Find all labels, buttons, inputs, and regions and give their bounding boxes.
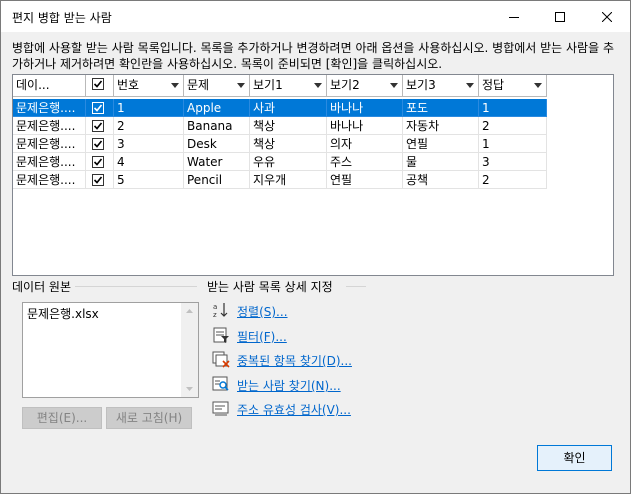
filter-link[interactable]: 필터(F)... (237, 328, 287, 345)
recipient-list-grid[interactable]: 데이... 번호 문제 보기1 보기2 보기3 정답 문제은행.... 1 Ap… (12, 74, 614, 276)
edit-button[interactable]: 편집(E)... (22, 407, 102, 429)
chevron-down-icon[interactable] (466, 83, 474, 88)
cell-question: Water (184, 153, 250, 171)
window-title: 편지 병합 받는 사람 (12, 11, 112, 25)
chevron-down-icon[interactable] (390, 83, 398, 88)
cell-answer: 3 (479, 153, 547, 171)
cell-no: 3 (114, 135, 184, 153)
find-recipient-icon (212, 376, 229, 391)
close-button[interactable] (584, 1, 630, 32)
cell-answer: 1 (479, 99, 547, 117)
cell-no: 5 (114, 171, 184, 189)
list-item[interactable]: 문제은행.xlsx (27, 305, 99, 322)
column-header-answer[interactable]: 정답 (479, 75, 547, 97)
cell-option3: 공책 (403, 171, 479, 189)
cell-no: 4 (114, 153, 184, 171)
cell-option2: 의자 (327, 135, 403, 153)
row-checkbox[interactable] (92, 174, 104, 186)
cell-source: 문제은행.... (13, 135, 86, 153)
cell-option3: 물 (403, 153, 479, 171)
cell-option1: 사과 (250, 99, 327, 117)
sort-link[interactable]: 정렬(S)... (237, 303, 288, 320)
checkmark-icon (93, 158, 103, 166)
cell-answer: 1 (479, 135, 547, 153)
cell-answer: 2 (479, 117, 547, 135)
cell-no: 1 (114, 99, 184, 117)
cell-check[interactable] (86, 117, 114, 135)
cell-question: Desk (184, 135, 250, 153)
cell-source: 문제은행.... (13, 171, 86, 189)
vertical-scrollbar[interactable] (181, 303, 198, 397)
validate-address-icon (212, 401, 229, 416)
checkmark-icon (93, 176, 103, 184)
ok-button[interactable]: 확인 (537, 445, 612, 471)
cell-question: Apple (184, 99, 250, 117)
data-source-group-title: 데이터 원본 (12, 278, 76, 295)
cell-option1: 책상 (250, 117, 327, 135)
cell-source: 문제은행.... (13, 117, 86, 135)
refresh-button[interactable]: 새로 고침(H) (106, 407, 192, 429)
mail-merge-recipients-dialog: 편지 병합 받는 사람 병합에 사용할 받는 사람 목록입니다. 목록을 추가하… (0, 0, 631, 494)
cell-source: 문제은행.... (13, 99, 86, 117)
chevron-down-icon[interactable] (314, 83, 322, 88)
refine-group-title: 받는 사람 목록 상세 지정 (207, 278, 337, 295)
column-header-no[interactable]: 번호 (114, 75, 184, 97)
cell-option3: 연필 (403, 135, 479, 153)
cell-option2: 연필 (327, 171, 403, 189)
instructions-text: 병합에 사용할 받는 사람 목록입니다. 목록을 추가하거나 변경하려면 아래 … (12, 41, 614, 71)
cell-option2: 바나나 (327, 117, 403, 135)
chevron-down-icon[interactable] (237, 83, 245, 88)
data-source-listbox[interactable]: 문제은행.xlsx (22, 302, 199, 398)
select-all-checkbox[interactable] (92, 78, 104, 90)
checkmark-icon (93, 122, 103, 130)
column-header-question[interactable]: 문제 (184, 75, 250, 97)
maximize-icon (555, 11, 565, 22)
column-header-source[interactable]: 데이... (13, 75, 86, 97)
cell-no: 2 (114, 117, 184, 135)
filter-icon (213, 327, 229, 343)
row-checkbox[interactable] (92, 138, 104, 150)
cell-answer: 2 (479, 171, 547, 189)
find-duplicates-link[interactable]: 중복된 항목 찾기(D)... (237, 352, 352, 369)
cell-option2: 바나나 (327, 99, 403, 117)
title-bar: 편지 병합 받는 사람 (1, 1, 630, 32)
duplicates-icon (212, 351, 230, 368)
cell-check[interactable] (86, 171, 114, 189)
find-recipient-link[interactable]: 받는 사람 찾기(N)... (237, 377, 341, 394)
maximize-button[interactable] (537, 1, 583, 32)
validate-address-link[interactable]: 주소 유효성 검사(V)... (237, 401, 351, 418)
cell-option1: 지우개 (250, 171, 327, 189)
cell-option2: 주스 (327, 153, 403, 171)
column-header-check[interactable] (86, 75, 114, 97)
cell-question: Banana (184, 117, 250, 135)
cell-option3: 포도 (403, 99, 479, 117)
cell-check[interactable] (86, 99, 114, 117)
minimize-icon (509, 16, 519, 18)
cell-check[interactable] (86, 135, 114, 153)
column-header-option1[interactable]: 보기1 (250, 75, 327, 97)
cell-question: Pencil (184, 171, 250, 189)
sort-icon: a z (213, 303, 228, 319)
cell-option1: 책상 (250, 135, 327, 153)
minimize-button[interactable] (491, 1, 537, 32)
cell-check[interactable] (86, 153, 114, 171)
scrollbar-arrows-icon (186, 309, 193, 391)
close-icon (602, 11, 612, 22)
row-checkbox[interactable] (92, 120, 104, 132)
cell-option3: 자동차 (403, 117, 479, 135)
checkmark-icon (93, 104, 103, 112)
chevron-down-icon[interactable] (171, 83, 179, 88)
group-divider (346, 286, 366, 287)
svg-text:a: a (213, 303, 217, 311)
svg-text:z: z (213, 311, 217, 319)
cell-option1: 우유 (250, 153, 327, 171)
checkmark-icon (93, 140, 103, 148)
column-header-option2[interactable]: 보기2 (327, 75, 403, 97)
cell-source: 문제은행.... (13, 153, 86, 171)
row-checkbox[interactable] (92, 102, 104, 114)
row-checkbox[interactable] (92, 156, 104, 168)
column-header-option3[interactable]: 보기3 (403, 75, 479, 97)
chevron-down-icon[interactable] (534, 83, 542, 88)
